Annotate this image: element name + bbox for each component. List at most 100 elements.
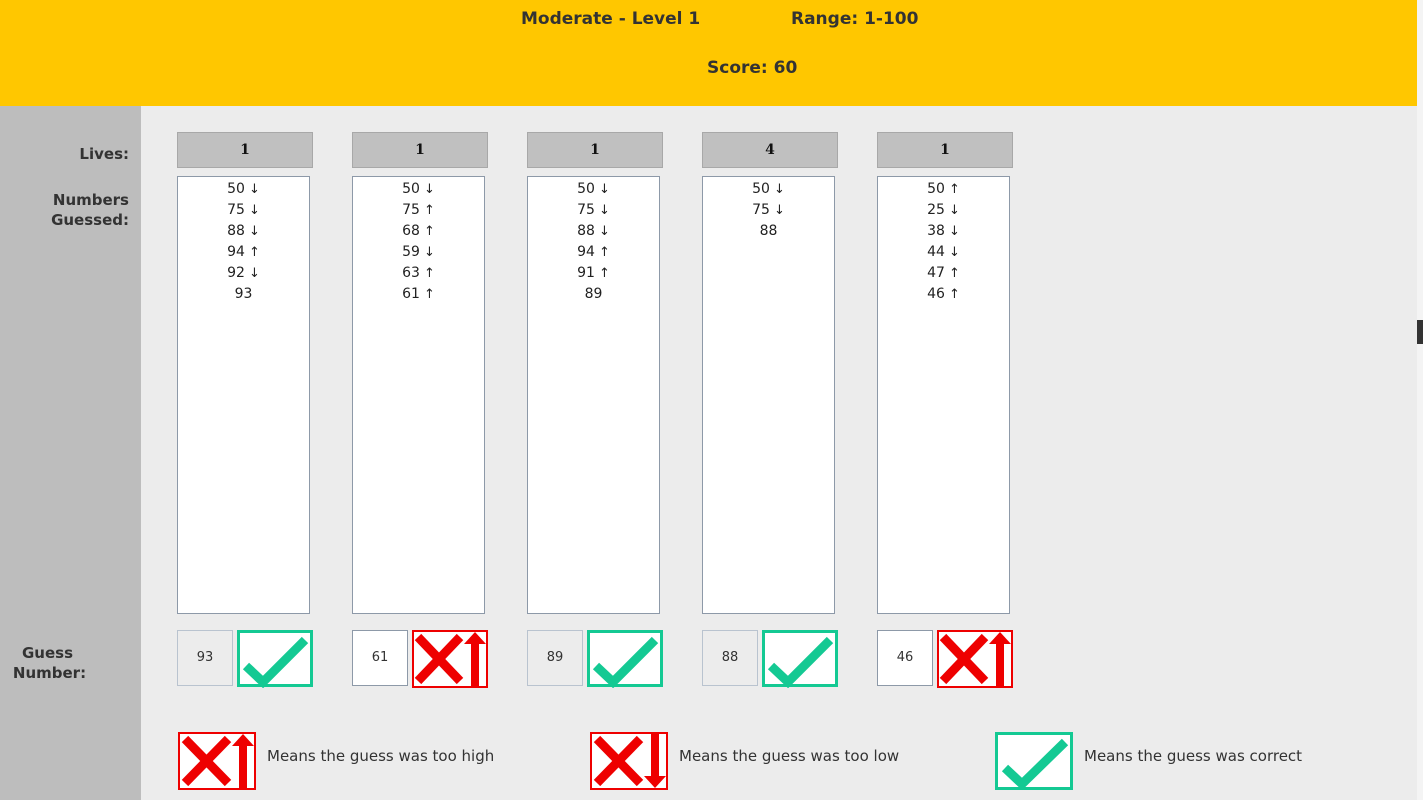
guess-value: 50 bbox=[402, 181, 420, 197]
arrow-down-icon: ↓ bbox=[423, 182, 435, 197]
guess-value: 50 bbox=[227, 181, 245, 197]
arrow-up-icon: ↑ bbox=[598, 245, 610, 260]
arrow-down-icon: ↓ bbox=[248, 224, 260, 239]
guess-history-list: 50 ↓ 75 ↑ 68 ↑ 59 ↓ 63 ↑ 61 ↑ bbox=[352, 176, 485, 614]
guess-number-label: Guess Number: bbox=[0, 643, 129, 683]
guess-history-item: 61 ↑ bbox=[353, 284, 484, 305]
too-high-icon bbox=[937, 630, 1013, 688]
arrow-down-icon: ↓ bbox=[423, 245, 435, 260]
guess-history-item: 25 ↓ bbox=[878, 200, 1009, 221]
guess-history-item: 50 ↓ bbox=[178, 179, 309, 200]
guess-history-item: 44 ↓ bbox=[878, 242, 1009, 263]
guess-history-item: 75 ↓ bbox=[178, 200, 309, 221]
guess-history-item: 88 bbox=[703, 221, 834, 242]
player-column: 1 50 ↑ 25 ↓ 38 ↓ 44 ↓ 47 ↑ 46 ↑ 46 bbox=[877, 0, 1013, 800]
correct-icon bbox=[237, 630, 313, 689]
guess-history-item: 50 ↓ bbox=[353, 179, 484, 200]
guess-value: 59 bbox=[402, 244, 420, 260]
guess-history-list: 50 ↑ 25 ↓ 38 ↓ 44 ↓ 47 ↑ 46 ↑ bbox=[877, 176, 1010, 614]
numbers-guessed-label-line2: Guessed: bbox=[51, 211, 129, 229]
player-column: 1 50 ↓ 75 ↓ 88 ↓ 94 ↑ 92 ↓ 93 93 bbox=[177, 0, 313, 800]
arrow-down-icon: ↓ bbox=[773, 203, 785, 218]
guess-number-input[interactable]: 93 bbox=[177, 630, 233, 686]
guess-value: 88 bbox=[577, 223, 595, 239]
guess-number-label-line1: Guess bbox=[21, 644, 74, 662]
guess-value: 88 bbox=[227, 223, 245, 239]
lives-label: Lives: bbox=[0, 144, 129, 164]
guess-value: 75 bbox=[577, 202, 595, 218]
guess-value: 50 bbox=[752, 181, 770, 197]
guess-history-item: 75 ↑ bbox=[353, 200, 484, 221]
guess-number-input[interactable]: 61 bbox=[352, 630, 408, 686]
lives-counter: 4 bbox=[702, 132, 838, 168]
too-high-icon bbox=[178, 732, 256, 790]
too-low-icon bbox=[590, 732, 668, 790]
guess-history-list: 50 ↓ 75 ↓ 88 ↓ 94 ↑ 92 ↓ 93 bbox=[177, 176, 310, 614]
guess-history-item: 93 bbox=[178, 284, 309, 305]
guess-history-item: 50 ↓ bbox=[703, 179, 834, 200]
player-column: 4 50 ↓ 75 ↓ 88 88 bbox=[702, 0, 838, 800]
player-column: 1 50 ↓ 75 ↓ 88 ↓ 94 ↑ 91 ↑ 89 89 bbox=[527, 0, 663, 800]
correct-icon bbox=[762, 630, 838, 689]
player-column: 1 50 ↓ 75 ↑ 68 ↑ 59 ↓ 63 ↑ 61 ↑ 61 bbox=[352, 0, 488, 800]
arrow-up-icon: ↑ bbox=[423, 287, 435, 302]
guess-history-item: 59 ↓ bbox=[353, 242, 484, 263]
guess-history-item: 94 ↑ bbox=[178, 242, 309, 263]
guess-value: 92 bbox=[227, 265, 245, 281]
arrow-down-icon: ↓ bbox=[773, 182, 785, 197]
arrow-up-icon: ↑ bbox=[423, 224, 435, 239]
correct-icon bbox=[587, 630, 663, 689]
guess-history-item: 50 ↑ bbox=[878, 179, 1009, 200]
arrow-down-icon: ↓ bbox=[948, 203, 960, 218]
arrow-up-icon: ↑ bbox=[948, 182, 960, 197]
arrow-up-icon: ↑ bbox=[598, 266, 610, 281]
window-edge bbox=[1417, 0, 1423, 800]
guess-history-item: 75 ↓ bbox=[528, 200, 659, 221]
legend-too-high-text: Means the guess was too high bbox=[267, 747, 495, 765]
arrow-up-icon: ↑ bbox=[948, 266, 960, 281]
arrow-up-icon: ↑ bbox=[248, 245, 260, 260]
guess-number-input[interactable]: 46 bbox=[877, 630, 933, 686]
guess-value: 38 bbox=[927, 223, 945, 239]
guess-value: 75 bbox=[402, 202, 420, 218]
guess-number-input[interactable]: 89 bbox=[527, 630, 583, 686]
guess-value: 44 bbox=[927, 244, 945, 260]
scroll-marker bbox=[1417, 320, 1423, 344]
arrow-up-icon: ↑ bbox=[423, 266, 435, 281]
guess-history-item: 91 ↑ bbox=[528, 263, 659, 284]
guess-history-list: 50 ↓ 75 ↓ 88 bbox=[702, 176, 835, 614]
too-high-icon bbox=[412, 630, 488, 688]
guess-value: 50 bbox=[577, 181, 595, 197]
guess-history-item: 68 ↑ bbox=[353, 221, 484, 242]
guess-value: 75 bbox=[752, 202, 770, 218]
guess-value: 94 bbox=[577, 244, 595, 260]
arrow-down-icon: ↓ bbox=[248, 203, 260, 218]
guess-history-item: 92 ↓ bbox=[178, 263, 309, 284]
lives-counter: 1 bbox=[177, 132, 313, 168]
guess-history-item: 75 ↓ bbox=[703, 200, 834, 221]
arrow-up-icon: ↑ bbox=[423, 203, 435, 218]
arrow-down-icon: ↓ bbox=[248, 182, 260, 197]
lives-counter: 1 bbox=[877, 132, 1013, 168]
guess-history-item: 47 ↑ bbox=[878, 263, 1009, 284]
lives-label-text: Lives: bbox=[79, 145, 129, 163]
correct-icon bbox=[995, 732, 1073, 790]
guess-history-item: 63 ↑ bbox=[353, 263, 484, 284]
guess-number-input[interactable]: 88 bbox=[702, 630, 758, 686]
guess-history-item: 46 ↑ bbox=[878, 284, 1009, 305]
guess-value: 94 bbox=[227, 244, 245, 260]
guess-value: 61 bbox=[402, 286, 420, 302]
legend-correct-text: Means the guess was correct bbox=[1084, 747, 1303, 765]
guess-value: 47 bbox=[927, 265, 945, 281]
guess-value: 68 bbox=[402, 223, 420, 239]
guess-value: 93 bbox=[234, 286, 253, 302]
arrow-up-icon: ↑ bbox=[948, 287, 960, 302]
numbers-guessed-label: Numbers Guessed: bbox=[0, 190, 129, 230]
guess-history-item: 88 ↓ bbox=[528, 221, 659, 242]
arrow-down-icon: ↓ bbox=[248, 266, 260, 281]
guess-history-item: 89 bbox=[528, 284, 659, 305]
legend-too-low-text: Means the guess was too low bbox=[679, 747, 900, 765]
lives-counter: 1 bbox=[352, 132, 488, 168]
arrow-down-icon: ↓ bbox=[948, 224, 960, 239]
arrow-down-icon: ↓ bbox=[598, 224, 610, 239]
